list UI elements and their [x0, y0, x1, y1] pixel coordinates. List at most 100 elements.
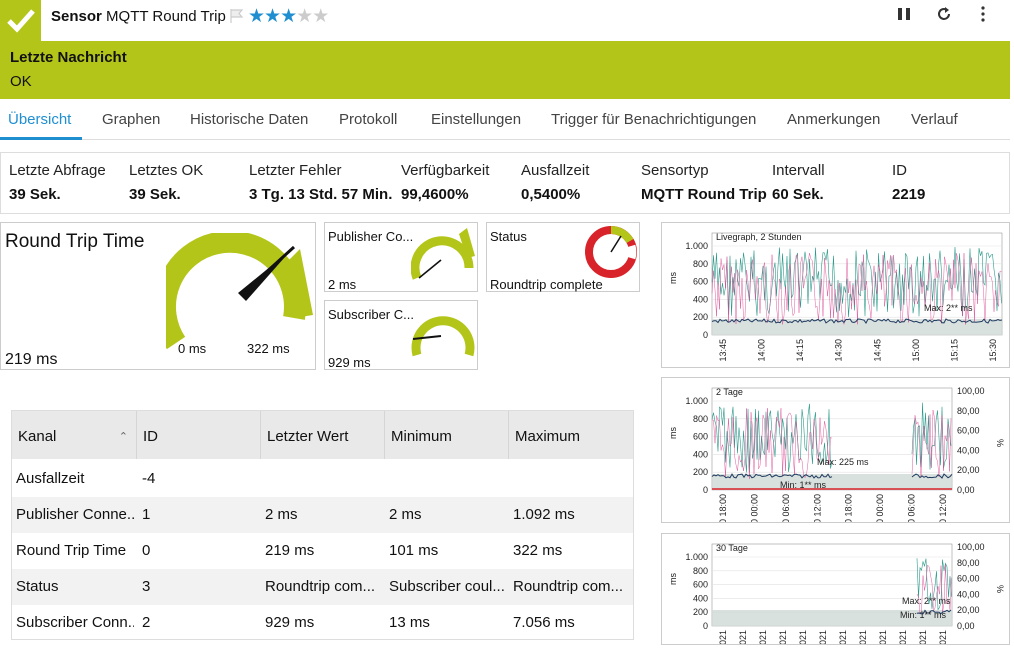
y-tick-label: 600	[693, 277, 708, 287]
max-label: Max: 225 ms	[817, 457, 869, 467]
x-tick-label: 05.10 12:00	[938, 494, 948, 522]
title-bar: Sensor MQTT Round Trip ★★★★★	[0, 0, 1010, 41]
y2-tick-label: 20,00	[957, 465, 980, 475]
y-tick-label: 800	[693, 414, 708, 424]
star-icon[interactable]: ★	[296, 6, 313, 27]
y-tick-label: 0	[703, 621, 708, 631]
x-tick-label: 15:15	[949, 339, 959, 362]
last-message-bar: Letzte Nachricht OK	[0, 41, 1010, 99]
y-tick-label: 800	[693, 566, 708, 576]
x-tick-label: 03.10 18:00	[718, 494, 728, 522]
sort-asc-icon[interactable]: ⌃	[119, 411, 128, 463]
tab-notification-triggers[interactable]: Trigger für Benachrichtigungen	[551, 111, 756, 128]
x-tick-label: 04.10 06:00	[781, 494, 791, 522]
more-menu-icon[interactable]	[980, 6, 986, 27]
star-icon[interactable]: ★	[280, 6, 297, 27]
chart-2-days[interactable]: 2 Tage ms 1.000 800 600 400 200 0 100,00 80,00 60,…	[661, 377, 1010, 542]
chart-2-days-plot: 2 Tage ms 1.000 800 600 400 200 0 100,00 80,00 60,…	[668, 386, 1005, 542]
x-tick-label: 14:15	[795, 339, 805, 362]
tab-historic-data[interactable]: Historische Daten	[190, 111, 308, 128]
x-tick-label: 2021	[858, 630, 868, 644]
table-row[interactable]: Round Trip Time 0 219 ms 101 ms 322 ms	[12, 533, 633, 569]
gauge-subscriber-connect[interactable]: Subscriber C... 929 ms	[324, 300, 478, 370]
stat-availability: Verfügbarkeit 99,4600%	[401, 162, 490, 203]
x-tick-label: 05.10 06:00	[907, 494, 917, 522]
tab-history[interactable]: Verlauf	[911, 111, 958, 128]
chart-label: 30 Tage	[716, 543, 748, 553]
col-header-maximum[interactable]: Maximum	[509, 411, 633, 459]
priority-stars[interactable]: ★★★★★	[248, 5, 329, 28]
gauge-dial	[411, 228, 475, 280]
y2-tick-label: 0,00	[957, 621, 975, 631]
y2-tick-label: 80,00	[957, 558, 980, 568]
tab-settings[interactable]: Einstellungen	[431, 111, 521, 128]
flag-icon[interactable]	[230, 9, 243, 23]
chart-live-2h-plot: Livegraph, 2 Stunden ms 1.000 800 600 400 200 0…	[668, 232, 1003, 362]
chart-live-2h[interactable]: Livegraph, 2 Stunden ms 1.000 800 600 400 200 0…	[661, 222, 1010, 368]
x-tick-label: 15:30	[988, 339, 998, 362]
y-tick-label: 200	[693, 607, 708, 617]
x-tick-label: 2021	[898, 630, 908, 644]
y-tick-label: 400	[693, 294, 708, 304]
y2-tick-label: 80,00	[957, 406, 980, 416]
tab-bar: Übersicht Graphen Historische Daten Prot…	[0, 100, 1010, 140]
y2-tick-label: 40,00	[957, 445, 980, 455]
star-icon[interactable]: ★	[312, 6, 329, 27]
gauge-value: 2 ms	[328, 277, 357, 292]
x-tick-label: 14:45	[872, 339, 882, 362]
y2-tick-label: 60,00	[957, 574, 980, 584]
table-row[interactable]: Publisher Conne... 1 2 ms 2 ms 1.092 ms	[12, 497, 633, 533]
x-tick-label: 2021	[738, 630, 748, 644]
x-tick-label: 2021	[798, 630, 808, 644]
y-tick-label: 1.000	[685, 552, 708, 562]
y-tick-label: 0	[703, 485, 708, 495]
y2-tick-label: 20,00	[957, 605, 980, 615]
x-tick-label: 2021	[838, 630, 848, 644]
x-tick-label: 2021	[818, 630, 828, 644]
y-tick-label: 400	[693, 449, 708, 459]
y-tick-label: 400	[693, 593, 708, 603]
gauge-title: Round Trip Time	[5, 231, 145, 252]
x-tick-label: 15:00	[911, 339, 921, 362]
tab-graphs[interactable]: Graphen	[102, 111, 160, 128]
x-tick-label: 13:45	[718, 339, 728, 362]
col-header-last-value[interactable]: Letzter Wert	[261, 411, 385, 459]
tab-overview[interactable]: Übersicht	[8, 111, 71, 128]
stat-last-error: Letzter Fehler 3 Tg. 13 Std. 57 Min.	[249, 162, 393, 203]
col-header-minimum[interactable]: Minimum	[385, 411, 509, 459]
pause-icon[interactable]	[897, 7, 911, 26]
y-tick-label: 600	[693, 432, 708, 442]
y-tick-label: 1.000	[685, 241, 708, 251]
y-tick-label: 1.000	[685, 396, 708, 406]
table-row[interactable]: Status 3 Roundtrip com... Subscriber cou…	[12, 569, 633, 605]
table-row[interactable]: Ausfallzeit -4	[12, 461, 633, 497]
min-label: Min: 1** ms	[900, 610, 947, 620]
table-row[interactable]: Subscriber Conn... 2 929 ms 13 ms 7.056 …	[12, 605, 633, 641]
y2-tick-label: 100,00	[957, 386, 985, 396]
tab-comments[interactable]: Anmerkungen	[787, 111, 880, 128]
x-tick-label: 14:00	[757, 339, 767, 362]
x-tick-label: 14:30	[834, 339, 844, 362]
gauge-publisher-connect[interactable]: Publisher Co... 2 ms	[324, 222, 478, 292]
last-message-title: Letzte Nachricht	[10, 49, 127, 66]
x-tick-label: 2021	[918, 630, 928, 644]
status-ok-icon	[0, 0, 41, 41]
channel-table: Kanal ⌃ ID Letzter Wert Minimum Maximum A…	[11, 410, 634, 640]
refresh-icon[interactable]	[936, 6, 952, 27]
y-tick-label: 600	[693, 580, 708, 590]
gauge-round-trip-time[interactable]: Round Trip Time 219 ms 0 ms 322 ms	[0, 222, 316, 370]
stat-downtime: Ausfallzeit 0,5400%	[521, 162, 590, 203]
tab-log[interactable]: Protokoll	[339, 111, 397, 128]
gauge-title: Status	[490, 229, 527, 244]
col-header-id[interactable]: ID	[137, 411, 261, 459]
col-header-channel[interactable]: Kanal ⌃	[12, 411, 137, 459]
y-tick-label: 800	[693, 259, 708, 269]
chart-30-days[interactable]: 30 Tage ms 1.000 800 600 400 200 0 100,00 80,00 60…	[661, 533, 1010, 649]
y-tick-label: 200	[693, 312, 708, 322]
star-icon[interactable]: ★	[248, 6, 265, 27]
y2-axis-unit: %	[995, 585, 1005, 593]
gauge-status[interactable]: Status Roundtrip complete	[486, 222, 640, 292]
star-icon[interactable]: ★	[264, 6, 281, 27]
y2-tick-label: 100,00	[957, 542, 985, 552]
active-tab-indicator	[0, 137, 82, 140]
